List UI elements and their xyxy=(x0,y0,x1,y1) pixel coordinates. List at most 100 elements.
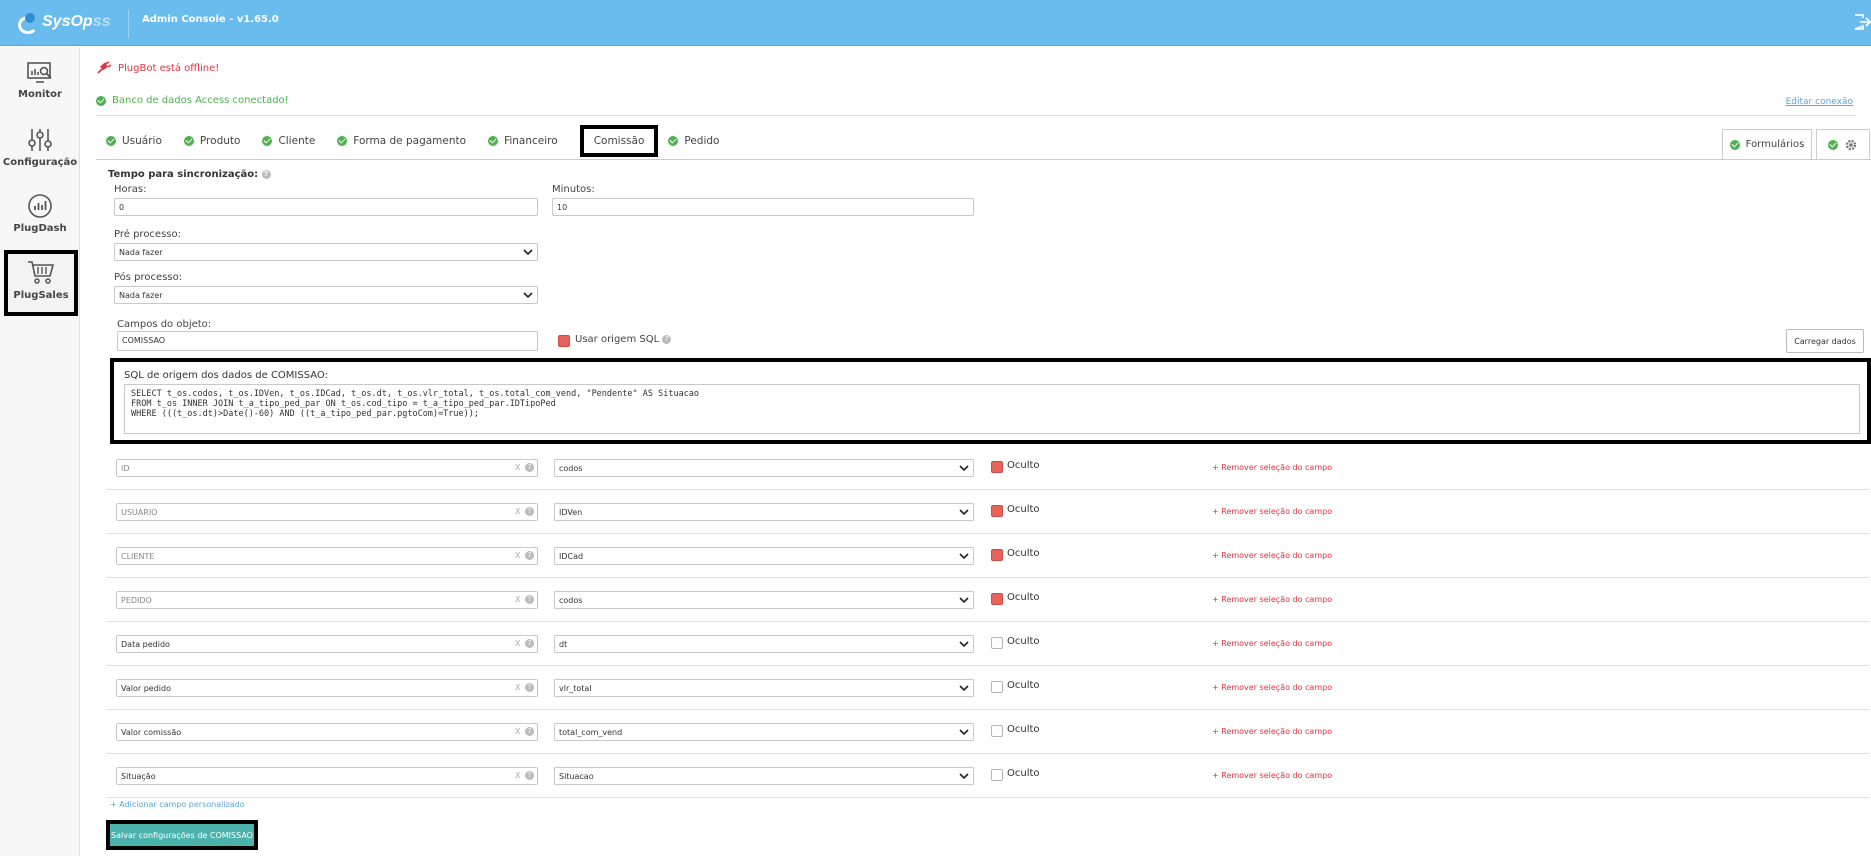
clear-field-icon[interactable]: X xyxy=(515,771,520,780)
remove-field-link[interactable]: + Remover seleção do campo xyxy=(1212,683,1332,692)
object-fields-label: Campos do objeto: xyxy=(117,319,212,330)
help-icon[interactable]: ? xyxy=(525,507,534,516)
app-logo[interactable]: SysOpss xyxy=(18,12,110,34)
sidebar-item-plugsales[interactable]: PlugSales xyxy=(4,250,78,316)
hidden-checkbox[interactable] xyxy=(991,505,1003,517)
hidden-checkbox[interactable] xyxy=(991,769,1003,781)
hidden-checkbox[interactable] xyxy=(991,681,1003,693)
field-name-input[interactable]: Situação xyxy=(116,767,538,785)
clear-field-icon[interactable]: X xyxy=(515,463,520,472)
tab-financeiro[interactable]: Financeiro xyxy=(488,127,558,155)
pre-process-select[interactable]: Nada fazer xyxy=(114,243,538,261)
hidden-label: Oculto xyxy=(1007,592,1040,603)
sync-time-label: Tempo para sincronização: ? xyxy=(108,169,271,180)
field-row: PEDIDO X? codos Oculto + Remover seleção do … xyxy=(96,591,1871,631)
help-icon[interactable]: ? xyxy=(525,639,534,648)
help-icon[interactable]: ? xyxy=(261,169,271,179)
field-source-select[interactable]: IDCad xyxy=(554,547,974,565)
tab-underline xyxy=(96,159,1871,160)
clear-field-icon[interactable]: X xyxy=(515,595,520,604)
remove-field-link[interactable]: + Remover seleção do campo xyxy=(1212,771,1332,780)
row-divider xyxy=(106,621,1870,622)
clear-field-icon[interactable]: X xyxy=(515,507,520,516)
remove-field-link[interactable]: + Remover seleção do campo xyxy=(1212,507,1332,516)
cart-icon xyxy=(28,261,55,284)
sidebar-item-plugdash[interactable]: PlugDash xyxy=(0,193,80,255)
sql-textarea[interactable]: SELECT t_os.codos, t_os.IDVen, t_os.IDCa… xyxy=(124,384,1860,434)
row-divider xyxy=(106,797,1870,798)
clear-field-icon[interactable]: X xyxy=(515,639,520,648)
hours-input[interactable]: 0 xyxy=(114,198,538,216)
top-header: SysOpss Admin Console - v1.65.0 xyxy=(0,0,1871,46)
remove-field-link[interactable]: + Remover seleção do campo xyxy=(1212,463,1332,472)
remove-field-link[interactable]: + Remover seleção do campo xyxy=(1212,639,1332,648)
field-row: Valor pedido X? vlr_total Oculto + Remover s… xyxy=(96,679,1871,719)
field-name-input[interactable]: Valor comissão xyxy=(116,723,538,741)
check-icon xyxy=(1828,139,1838,150)
sidebar-item-configuracao[interactable]: Configuração xyxy=(0,127,80,189)
tab-formularios[interactable]: Formulários xyxy=(1722,129,1812,159)
field-name-input[interactable]: ID xyxy=(116,459,538,477)
chevron-down-icon xyxy=(959,597,969,604)
hidden-label: Oculto xyxy=(1007,680,1040,691)
sidebar-item-monitor[interactable]: Monitor xyxy=(0,61,80,123)
save-commission-button[interactable]: Salvar configurações de COMISSAO xyxy=(106,820,258,850)
help-icon[interactable]: ? xyxy=(525,771,534,780)
tab-comissao[interactable]: Comissão xyxy=(579,125,659,157)
field-row: ID X? codos Oculto + Remover seleção do camp… xyxy=(96,459,1871,499)
field-row: Situação X? Situacao Oculto + Remover seleçã… xyxy=(96,767,1871,807)
remove-field-link[interactable]: + Remover seleção do campo xyxy=(1212,551,1332,560)
object-fields-input[interactable]: COMISSAO xyxy=(117,331,538,351)
tab-pedido[interactable]: Pedido xyxy=(668,127,719,155)
field-source-select[interactable]: vlr_total xyxy=(554,679,974,697)
help-icon[interactable]: ? xyxy=(525,683,534,692)
field-name-input[interactable]: USUARIO xyxy=(116,503,538,521)
field-name-input[interactable]: PEDIDO xyxy=(116,591,538,609)
remove-field-link[interactable]: + Remover seleção do campo xyxy=(1212,727,1332,736)
help-icon[interactable]: ? xyxy=(525,551,534,560)
field-name-input[interactable]: Valor pedido xyxy=(116,679,538,697)
hidden-checkbox[interactable] xyxy=(991,549,1003,561)
field-source-select[interactable]: total_com_vend xyxy=(554,723,974,741)
help-icon[interactable]: ? xyxy=(525,595,534,604)
sql-line-1: SELECT t_os.codos, t_os.IDVen, t_os.IDCa… xyxy=(131,389,700,399)
help-icon[interactable]: ? xyxy=(525,727,534,736)
minutes-input[interactable]: 10 xyxy=(552,198,974,216)
edit-connection-link[interactable]: Editar conexão xyxy=(1786,97,1853,107)
add-custom-field-link[interactable]: + Adicionar campo personalizado xyxy=(110,800,245,809)
help-icon[interactable]: ? xyxy=(525,463,534,472)
field-source-select[interactable]: codos xyxy=(554,591,974,609)
remove-field-link[interactable]: + Remover seleção do campo xyxy=(1212,595,1332,604)
pre-process-label: Pré processo: xyxy=(114,229,181,240)
hidden-checkbox[interactable] xyxy=(991,637,1003,649)
hidden-checkbox[interactable] xyxy=(991,593,1003,605)
row-divider xyxy=(106,665,1870,666)
hidden-checkbox[interactable] xyxy=(991,725,1003,737)
use-sql-checkbox[interactable] xyxy=(558,335,570,347)
field-source-select[interactable]: Situacao xyxy=(554,767,974,785)
chevron-down-icon xyxy=(959,553,969,560)
field-name-input[interactable]: CLIENTE xyxy=(116,547,538,565)
field-source-select[interactable]: codos xyxy=(554,459,974,477)
settings-tab[interactable] xyxy=(1816,129,1870,159)
field-name-input[interactable]: Data pedido xyxy=(116,635,538,653)
hidden-checkbox[interactable] xyxy=(991,461,1003,473)
tab-cliente[interactable]: Cliente xyxy=(262,127,315,155)
minutes-label: Minutos: xyxy=(552,184,595,195)
tab-forma-de-pagamento[interactable]: Forma de pagamento xyxy=(337,127,466,155)
hidden-label: Oculto xyxy=(1007,548,1040,559)
help-icon[interactable]: ? xyxy=(662,334,672,344)
tab-produto[interactable]: Produto xyxy=(183,127,240,155)
hidden-label: Oculto xyxy=(1007,768,1040,779)
load-data-button[interactable]: Carregar dados xyxy=(1786,329,1864,353)
field-source-select[interactable]: IDVen xyxy=(554,503,974,521)
field-source-select[interactable]: dt xyxy=(554,635,974,653)
logout-icon[interactable] xyxy=(1852,12,1871,32)
post-process-select[interactable]: Nada fazer xyxy=(114,286,538,304)
clear-field-icon[interactable]: X xyxy=(515,551,520,560)
clear-field-icon[interactable]: X xyxy=(515,727,520,736)
tab-usuario[interactable]: Usuário xyxy=(106,127,162,155)
clear-field-icon[interactable]: X xyxy=(515,683,520,692)
hidden-label: Oculto xyxy=(1007,504,1040,515)
sliders-icon xyxy=(28,129,52,151)
